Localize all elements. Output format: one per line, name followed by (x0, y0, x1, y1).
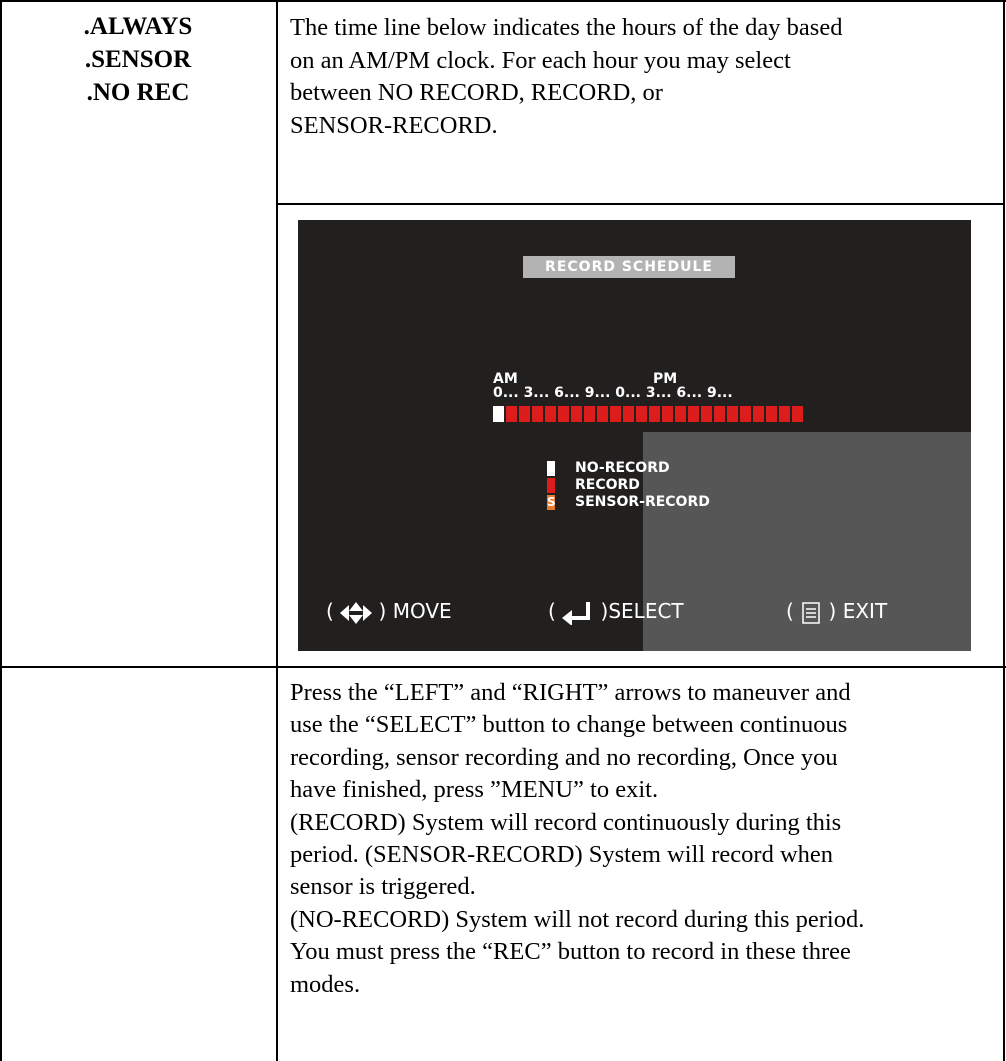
four-way-arrow-icon (340, 601, 373, 624)
table-row-divider (0, 666, 1006, 668)
mode-always: .ALWAYS (83, 13, 193, 40)
table-border-top (0, 0, 1006, 2)
hour-slot[interactable] (792, 406, 803, 422)
hour-slot[interactable] (610, 406, 621, 422)
desc-line: (NO-RECORD) System will not record durin… (290, 905, 865, 933)
pm-label: PM (653, 371, 678, 387)
enter-arrow-icon (562, 601, 591, 625)
desc-line: period. (SENSOR-RECORD) System will reco… (290, 841, 834, 869)
intro-line: SENSOR-RECORD. (290, 111, 498, 139)
hour-slot[interactable] (714, 406, 725, 422)
sensor-record-swatch: S (547, 495, 556, 510)
desc-line: (RECORD) System will record continuously… (290, 808, 842, 836)
legend-label: RECORD (575, 477, 640, 493)
no-record-swatch (547, 461, 555, 476)
select-label: SELECT (608, 599, 684, 623)
hour-slot[interactable] (532, 406, 543, 422)
exit-label: EXIT (842, 599, 888, 623)
desc-line: You must press the “REC” button to recor… (290, 938, 851, 966)
record-swatch (547, 478, 555, 493)
paren-close: ) (828, 599, 837, 623)
intro-line: on an AM/PM clock. For each hour you may… (290, 46, 791, 74)
mode-list: .ALWAYS .SENSOR .NO REC (0, 10, 276, 109)
table-border-left (0, 0, 2, 1061)
desc-line: Press the “LEFT” and “RIGHT” arrows to m… (290, 679, 851, 706)
desc-line: have finished, press ”MENU” to exit. (290, 776, 659, 804)
paren-open: ( (548, 599, 556, 623)
hour-slot[interactable] (753, 406, 764, 422)
move-hint: ( ) MOVE (326, 598, 452, 625)
hour-slot[interactable] (519, 406, 530, 422)
hour-slot[interactable] (649, 406, 660, 422)
hour-slot[interactable] (701, 406, 712, 422)
desc-line: use the “SELECT” button to change betwee… (290, 711, 848, 739)
hour-slot[interactable] (779, 406, 790, 422)
hour-ticks: 0... 3... 6... 9... 0... 3... 6... 9... (493, 385, 733, 401)
osd-title: RECORD SCHEDULE (523, 256, 735, 278)
hour-slot[interactable] (571, 406, 582, 422)
legend-label: SENSOR-RECORD (575, 494, 710, 510)
select-hint: ( )SELECT (548, 598, 684, 625)
exit-hint: ( ) EXIT (786, 598, 887, 625)
hour-slot[interactable] (584, 406, 595, 422)
hour-slot[interactable] (597, 406, 608, 422)
mode-sensor: .SENSOR (84, 46, 192, 73)
hour-slot[interactable] (558, 406, 569, 422)
schedule-timeline[interactable] (493, 406, 805, 422)
menu-icon (802, 601, 820, 624)
instructions-paragraph: Press the “LEFT” and “RIGHT” arrows to m… (290, 677, 1000, 1001)
hour-slot[interactable] (727, 406, 738, 422)
hour-slot[interactable] (623, 406, 634, 422)
hour-slot[interactable] (662, 406, 673, 422)
paren-open: ( (786, 599, 794, 623)
paren-close: ) (378, 599, 387, 623)
am-label: AM (493, 371, 518, 387)
intro-line: between NO RECORD, RECORD, or (290, 79, 663, 106)
hour-slot[interactable] (493, 406, 504, 422)
hour-slot[interactable] (636, 406, 647, 422)
hour-slot[interactable] (688, 406, 699, 422)
hour-slot[interactable] (675, 406, 686, 422)
table-row-divider (276, 203, 1005, 205)
mode-no-rec: .NO REC (86, 79, 190, 106)
intro-paragraph: The time line below indicates the hours … (290, 12, 990, 142)
desc-line: modes. (290, 970, 361, 998)
move-label: MOVE (392, 599, 452, 623)
hour-slot[interactable] (766, 406, 777, 422)
intro-line: The time line below indicates the hours … (290, 14, 843, 41)
hour-slot[interactable] (506, 406, 517, 422)
hour-slot[interactable] (545, 406, 556, 422)
table-border-right (1003, 0, 1005, 1061)
hour-slot[interactable] (740, 406, 751, 422)
table-column-divider (276, 0, 278, 1061)
record-schedule-screen: RECORD SCHEDULE AM PM 0... 3... 6... 9..… (298, 220, 971, 651)
desc-line: sensor is triggered. (290, 873, 476, 901)
desc-line: recording, sensor recording and no recor… (290, 743, 838, 771)
legend-label: NO-RECORD (575, 460, 670, 476)
paren-open: ( (326, 599, 334, 623)
manual-table: .ALWAYS .SENSOR .NO REC The time line be… (0, 0, 1006, 1061)
